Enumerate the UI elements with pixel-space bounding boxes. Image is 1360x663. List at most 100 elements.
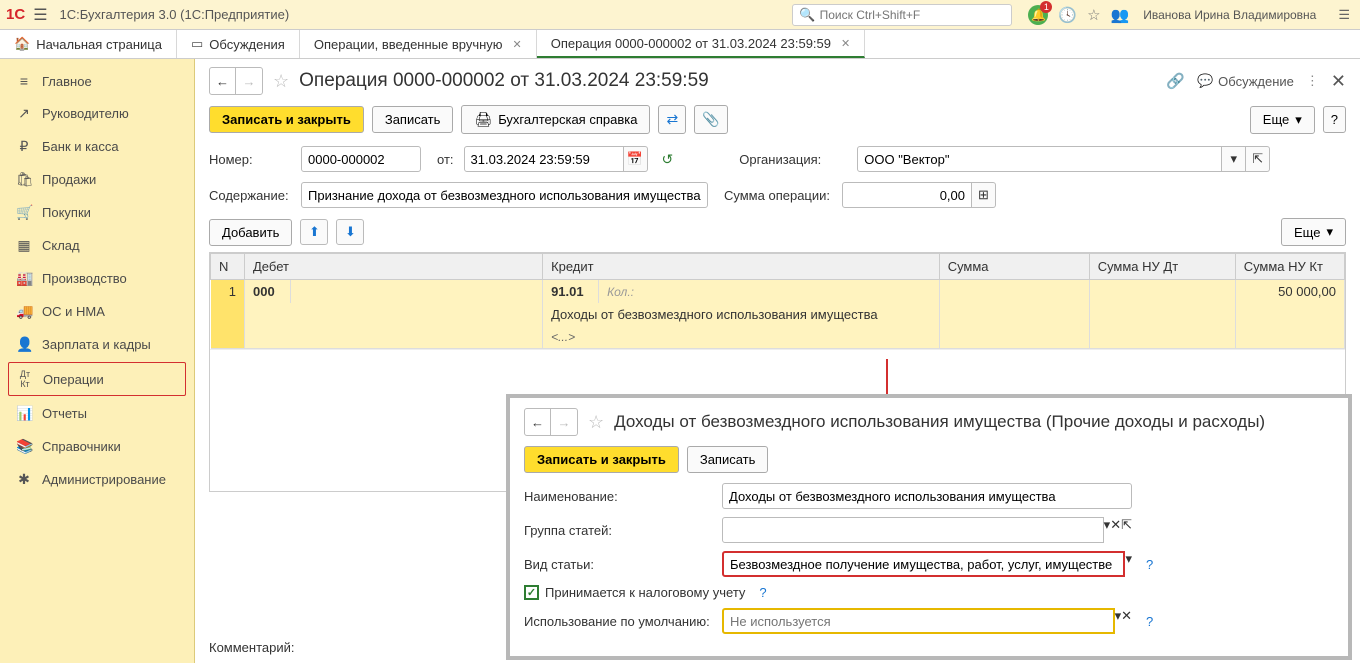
- help-button[interactable]: ?: [1323, 106, 1346, 133]
- search-input[interactable]: [820, 8, 1006, 22]
- close-icon[interactable]: ✕: [841, 37, 850, 50]
- open-icon[interactable]: ⇱: [1121, 517, 1132, 543]
- sidebar-item-purchases[interactable]: 🛒Покупки: [0, 196, 194, 229]
- main-menu-icon[interactable]: ☰: [33, 5, 47, 25]
- link-icon[interactable]: 🔗: [1166, 72, 1185, 90]
- swap-button[interactable]: ⇄: [658, 105, 686, 134]
- print-button[interactable]: 🖨Бухгалтерская справка: [461, 105, 650, 134]
- panel-save-close-button[interactable]: Записать и закрыть: [524, 446, 679, 473]
- app-title: 1С:Бухгалтерия 3.0 (1С:Предприятие): [60, 7, 290, 22]
- tax-checkbox-field[interactable]: ✓ Принимается к налоговому учету: [524, 585, 745, 600]
- clear-icon[interactable]: ✕: [1121, 608, 1132, 634]
- history-icon[interactable]: 🕓: [1058, 6, 1077, 24]
- tab-operation-document[interactable]: Операция 0000-000002 от 31.03.2024 23:59…: [537, 30, 865, 58]
- debit-account[interactable]: 000: [245, 280, 291, 304]
- more-label: Еще: [1263, 112, 1289, 127]
- move-up-button[interactable]: ⬆: [300, 219, 328, 245]
- tab-label: Обсуждения: [209, 37, 285, 52]
- chevron-down-icon: ▾: [1326, 224, 1333, 240]
- dropdown-icon[interactable]: ▾: [1125, 551, 1132, 577]
- clear-icon[interactable]: ✕: [1110, 517, 1121, 543]
- more-menu-button[interactable]: Еще ▾: [1250, 106, 1315, 134]
- tab-home[interactable]: 🏠 Начальная страница: [0, 30, 177, 58]
- save-close-button[interactable]: Записать и закрыть: [209, 106, 364, 133]
- sidebar-item-sales[interactable]: 🛍Продажи: [0, 163, 194, 196]
- discussion-link[interactable]: 💬 Обсуждение: [1197, 73, 1294, 89]
- discussion-label: Обсуждение: [1218, 74, 1294, 89]
- name-input[interactable]: [722, 483, 1132, 509]
- panel-back-button[interactable]: ←: [525, 409, 551, 435]
- sidebar-item-reports[interactable]: 📊Отчеты: [0, 397, 194, 430]
- sidebar-item-operations[interactable]: ДтКтОперации: [8, 362, 186, 396]
- credit-account[interactable]: 91.01: [543, 280, 599, 304]
- table-more-button[interactable]: Еще ▾: [1281, 218, 1346, 246]
- more-icon[interactable]: ⋮: [1306, 73, 1319, 89]
- tab-label: Операция 0000-000002 от 31.03.2024 23:59…: [551, 36, 831, 51]
- document-toolbar: Записать и закрыть Записать 🖨Бухгалтерск…: [209, 105, 1346, 134]
- default-usage-input[interactable]: [722, 608, 1115, 634]
- table-more-label: Еще: [1294, 225, 1320, 240]
- organization-input[interactable]: [857, 146, 1222, 172]
- sidebar-item-production[interactable]: 🏭Производство: [0, 262, 194, 295]
- favorite-star-icon[interactable]: ☆: [273, 71, 289, 92]
- sidebar-item-assets[interactable]: 🚚ОС и НМА: [0, 295, 194, 328]
- col-sum-nu-kt[interactable]: Сумма НУ Кт: [1235, 254, 1344, 280]
- col-n[interactable]: N: [211, 254, 245, 280]
- tab-discussions[interactable]: ▭ Обсуждения: [177, 30, 300, 58]
- back-button[interactable]: ←: [210, 68, 236, 94]
- panel-history-nav: ← →: [524, 408, 578, 436]
- calendar-icon[interactable]: 📅: [624, 146, 648, 172]
- credit-subconto-1[interactable]: Доходы от безвозмездного использования и…: [543, 303, 940, 326]
- panel-forward-button[interactable]: →: [551, 409, 577, 435]
- content-label: Содержание:: [209, 188, 291, 203]
- move-down-button[interactable]: ⬇: [336, 219, 364, 245]
- calculator-icon[interactable]: ⊞: [972, 182, 996, 208]
- close-document-icon[interactable]: ✕: [1331, 71, 1346, 92]
- sidebar-item-admin[interactable]: ✱Администрирование: [0, 463, 194, 496]
- kind-input[interactable]: [722, 551, 1125, 577]
- group-input[interactable]: [722, 517, 1104, 543]
- credit-subconto-2[interactable]: <...>: [543, 326, 940, 349]
- sum-input[interactable]: [842, 182, 972, 208]
- attach-button[interactable]: 📎: [694, 105, 727, 134]
- open-icon[interactable]: ⇱: [1246, 146, 1270, 172]
- col-credit[interactable]: Кредит: [543, 254, 940, 280]
- help-icon[interactable]: ?: [1146, 614, 1153, 629]
- sidebar-item-catalogs[interactable]: 📚Справочники: [0, 430, 194, 463]
- sidebar-item-manager[interactable]: ↗Руководителю: [0, 97, 194, 130]
- sum-nu-kt-value[interactable]: 50 000,00: [1235, 280, 1344, 304]
- group-label: Группа статей:: [524, 523, 714, 538]
- forward-button[interactable]: →: [236, 68, 262, 94]
- help-icon[interactable]: ?: [759, 585, 766, 600]
- chat-icon: 💬: [1197, 73, 1213, 89]
- help-icon[interactable]: ?: [1146, 557, 1153, 572]
- panel-favorite-icon[interactable]: ☆: [588, 412, 604, 433]
- table-row[interactable]: <...>: [211, 326, 1345, 349]
- number-input[interactable]: [301, 146, 421, 172]
- tab-manual-operations[interactable]: Операции, введенные вручную ✕: [300, 30, 537, 58]
- table-row[interactable]: Доходы от безвозмездного использования и…: [211, 303, 1345, 326]
- app-menu-icon[interactable]: ☰: [1334, 5, 1354, 25]
- global-search[interactable]: 🔍: [792, 4, 1012, 26]
- date-input[interactable]: [464, 146, 624, 172]
- close-icon[interactable]: ✕: [513, 38, 522, 51]
- dropdown-icon[interactable]: ▾: [1222, 146, 1246, 172]
- col-debit[interactable]: Дебет: [245, 254, 543, 280]
- col-sum-nu-dt[interactable]: Сумма НУ Дт: [1089, 254, 1235, 280]
- table-row[interactable]: 1 000 91.01 Кол.: 50 000,00: [211, 280, 1345, 304]
- user-icon[interactable]: 👥: [1111, 6, 1130, 24]
- save-button[interactable]: Записать: [372, 106, 454, 133]
- notifications-bell[interactable]: 🔔 1: [1028, 5, 1048, 25]
- add-row-button[interactable]: Добавить: [209, 219, 292, 246]
- col-sum[interactable]: Сумма: [939, 254, 1089, 280]
- document-title: Операция 0000-000002 от 31.03.2024 23:59…: [299, 70, 709, 92]
- panel-save-button[interactable]: Записать: [687, 446, 769, 473]
- sidebar-item-bank[interactable]: ₽Банк и касса: [0, 130, 194, 163]
- favorites-icon[interactable]: ☆: [1087, 6, 1100, 24]
- sidebar-item-main[interactable]: ≡Главное: [0, 65, 194, 97]
- content-input[interactable]: [301, 182, 708, 208]
- refresh-icon[interactable]: ↺: [662, 151, 674, 168]
- notification-count: 1: [1040, 1, 1052, 13]
- sidebar-item-salary[interactable]: 👤Зарплата и кадры: [0, 328, 194, 361]
- sidebar-item-warehouse[interactable]: ▦Склад: [0, 229, 194, 262]
